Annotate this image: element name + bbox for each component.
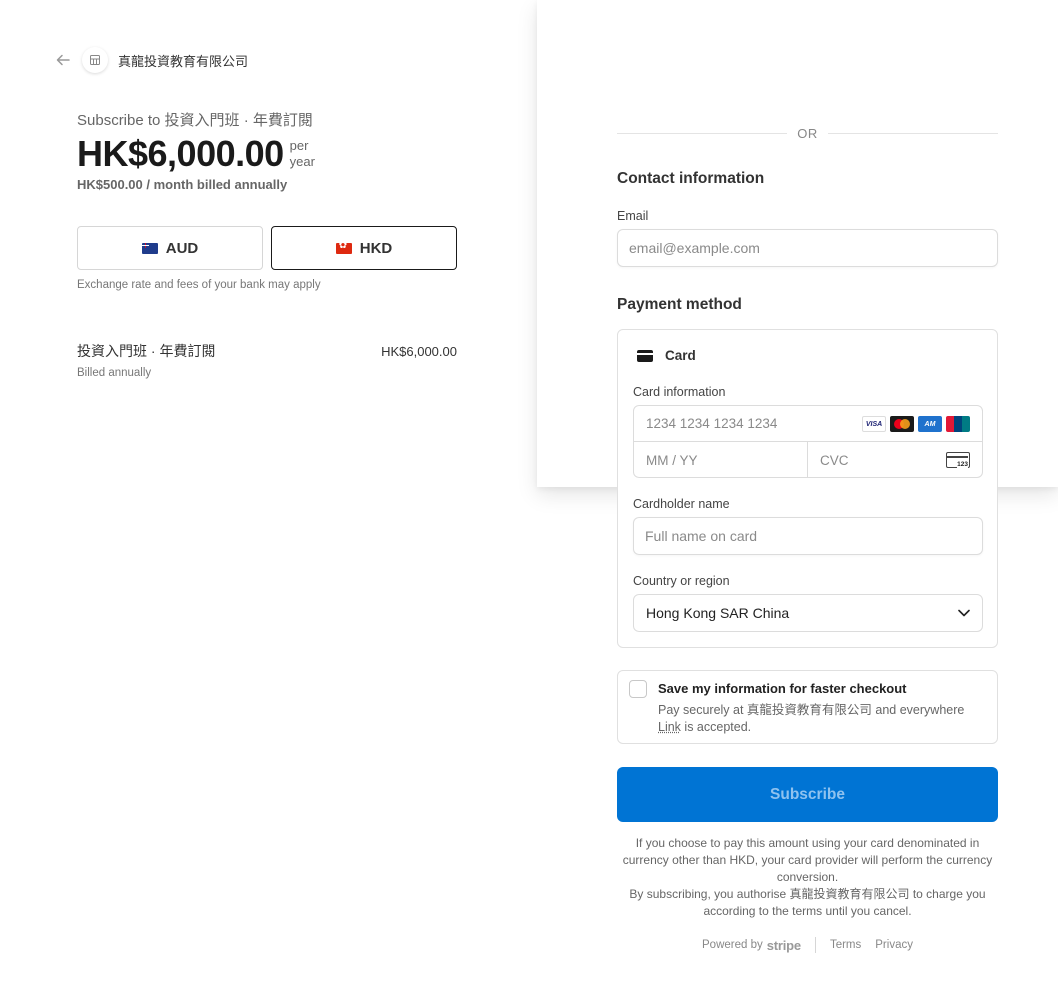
hong-kong-flag-icon	[335, 242, 352, 254]
cardholder-name-field[interactable]	[633, 517, 983, 555]
amex-icon: AM	[918, 416, 942, 432]
cvc-input[interactable]: CVC	[808, 442, 982, 478]
country-label: Country or region	[633, 574, 730, 588]
expiry-input[interactable]: MM / YY	[634, 442, 808, 478]
country-value: Hong Kong SAR China	[646, 605, 790, 621]
email-label: Email	[617, 209, 649, 223]
header-bar: 真龍投資教育有限公司	[54, 47, 248, 73]
back-arrow-icon[interactable]	[54, 51, 72, 69]
save-info-checkbox[interactable]	[629, 680, 647, 698]
line-item: 投資入門班 · 年費訂閱 HK$6,000.00 Billed annually	[77, 341, 457, 379]
expiry-placeholder: MM / YY	[646, 452, 698, 468]
unionpay-icon	[946, 416, 970, 432]
currency-code: AUD	[165, 239, 199, 257]
price-row: HK$6,000.00 per year	[77, 134, 315, 174]
currency-conversion-note: If you choose to pay this amount using y…	[622, 836, 993, 884]
cardholder-label: Cardholder name	[633, 497, 730, 511]
privacy-link[interactable]: Privacy	[875, 939, 913, 951]
card-info-label: Card information	[633, 385, 726, 399]
footer-divider	[814, 937, 816, 953]
mastercard-icon	[890, 416, 914, 432]
or-divider: OR	[617, 126, 998, 141]
currency-code: HKD	[359, 239, 393, 257]
footer: Powered by stripe Terms Privacy	[617, 937, 998, 953]
save-info-title: Save my information for faster checkout	[658, 681, 907, 696]
line-item-price: HK$6,000.00	[381, 344, 457, 359]
billing-period: per year	[290, 134, 315, 170]
credit-card-icon	[637, 349, 653, 362]
or-text: OR	[797, 126, 818, 141]
subscribe-button[interactable]: Subscribe	[617, 767, 998, 822]
save-desc-text-end: is accepted.	[680, 720, 752, 734]
powered-by-stripe[interactable]: Powered by stripe	[702, 938, 801, 953]
australia-flag-icon	[141, 242, 158, 254]
save-info-box: Save my information for faster checkout …	[617, 670, 998, 744]
store-icon	[82, 47, 108, 73]
cvc-card-icon	[946, 452, 970, 468]
terms-link[interactable]: Terms	[830, 939, 861, 951]
card-information-fields: 1234 1234 1234 1234 VISA AM MM / YY CVC	[633, 405, 983, 478]
merchant-name: 真龍投資教育有限公司	[118, 53, 249, 69]
card-brands: VISA AM	[862, 416, 970, 432]
currency-selector: AUD HKD	[77, 226, 457, 270]
payment-method-title: Payment method	[617, 296, 742, 313]
save-info-description: Pay securely at 真龍投資教育有限公司 and everywher…	[658, 702, 988, 736]
billing-period-unit: year	[289, 154, 315, 169]
country-select[interactable]: Hong Kong SAR China	[633, 594, 983, 632]
currency-option-aud[interactable]: AUD	[77, 226, 263, 270]
authorisation-note: By subscribing, you authorise 真龍投資教育有限公司…	[629, 887, 986, 918]
monthly-price: HK$500.00 / month billed annually	[77, 177, 288, 192]
save-desc-text: Pay securely at 真龍投資教育有限公司 and everywher…	[658, 703, 965, 717]
currency-option-hkd[interactable]: HKD	[271, 226, 457, 270]
exchange-rate-note: Exchange rate and fees of your bank may …	[77, 279, 321, 291]
card-method-label: Card	[665, 348, 696, 363]
card-method-header[interactable]: Card	[637, 348, 696, 363]
line-item-name: 投資入門班 · 年費訂閱	[77, 343, 216, 359]
email-field[interactable]	[617, 229, 998, 267]
stripe-logo: stripe	[766, 937, 801, 953]
visa-icon: VISA	[862, 416, 886, 432]
chevron-down-icon	[958, 609, 970, 617]
cvc-placeholder: CVC	[820, 452, 849, 468]
powered-by-text: Powered by	[702, 939, 763, 951]
line-item-billing: Billed annually	[77, 367, 152, 379]
card-number-placeholder: 1234 1234 1234 1234	[646, 416, 778, 431]
product-title: Subscribe to 投資入門班 · 年費訂閱	[77, 112, 313, 129]
contact-title: Contact information	[617, 170, 765, 187]
billing-period-per: per	[289, 138, 309, 153]
link-learn-more[interactable]: Link	[658, 720, 681, 734]
total-price: HK$6,000.00	[77, 133, 284, 174]
legal-text: If you choose to pay this amount using y…	[617, 835, 998, 920]
payment-method-card: Card Card information 1234 1234 1234 123…	[617, 329, 998, 648]
